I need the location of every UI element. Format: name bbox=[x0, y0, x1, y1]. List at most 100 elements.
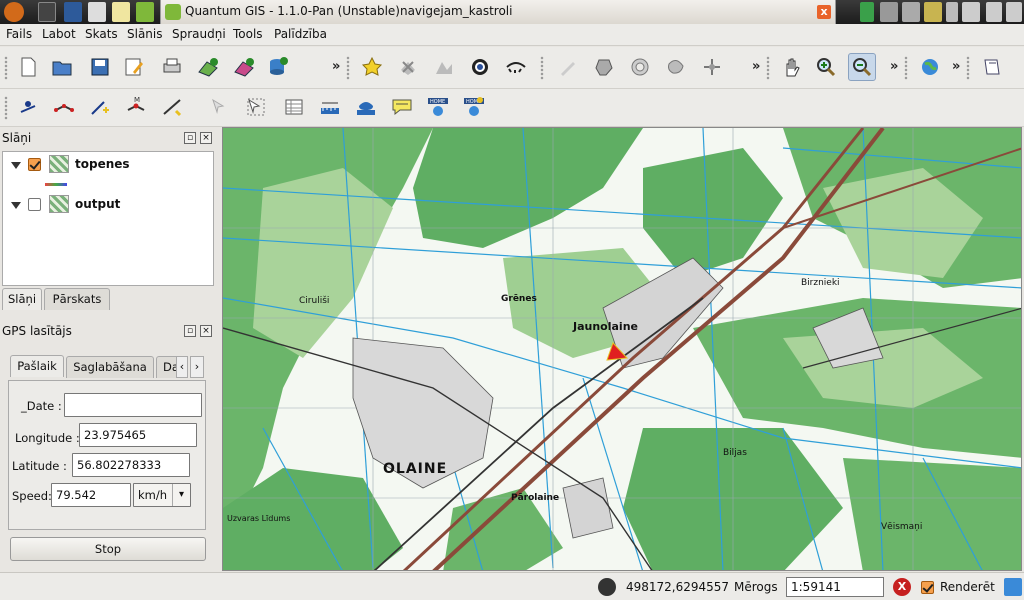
maximize-window-icon[interactable] bbox=[986, 2, 1002, 22]
layer-properties-icon[interactable] bbox=[430, 53, 458, 81]
gps-add-point-icon[interactable] bbox=[14, 93, 42, 121]
network-icon[interactable] bbox=[880, 2, 898, 22]
expand-arrow-icon[interactable] bbox=[11, 202, 21, 209]
close-window-button[interactable]: x bbox=[817, 5, 831, 19]
remove-layer-icon[interactable] bbox=[394, 53, 422, 81]
toolbar-grip[interactable] bbox=[540, 56, 544, 80]
add-vertex-icon[interactable] bbox=[86, 93, 114, 121]
document-icon[interactable] bbox=[88, 2, 106, 22]
projection-icon[interactable] bbox=[1004, 578, 1022, 596]
menu-file[interactable]: Fails bbox=[6, 27, 32, 41]
add-vector-layer-icon[interactable] bbox=[194, 53, 222, 81]
chevron-down-icon[interactable]: ▾ bbox=[172, 484, 190, 506]
capture-polygon-icon[interactable] bbox=[590, 53, 618, 81]
layer-row-topenes[interactable]: topenes bbox=[3, 154, 213, 186]
measure-distance-icon[interactable] bbox=[316, 93, 344, 121]
save-project-icon[interactable] bbox=[86, 53, 114, 81]
layer-visibility-checkbox[interactable] bbox=[28, 198, 41, 211]
toolbar-grip[interactable] bbox=[346, 56, 350, 80]
home-set-icon[interactable]: HOME bbox=[460, 93, 488, 121]
scale-input[interactable]: 1:59141 bbox=[786, 577, 884, 597]
menu-help[interactable]: Palīdzība bbox=[274, 27, 327, 41]
layer-name[interactable]: output bbox=[75, 197, 120, 211]
tab-current[interactable]: Pašlaik bbox=[10, 355, 64, 377]
toolbar-more-icon[interactable]: » bbox=[890, 59, 898, 74]
menu-plugins[interactable]: Spraudņi bbox=[172, 27, 226, 41]
toolbar-grip[interactable] bbox=[766, 56, 770, 80]
window-icon[interactable] bbox=[64, 2, 82, 22]
tab-saving[interactable]: Saglabāšana bbox=[66, 356, 154, 378]
menu-tools[interactable]: Tools bbox=[233, 27, 263, 41]
minimize-window-icon[interactable] bbox=[962, 2, 980, 22]
menu-layer[interactable]: Slānis bbox=[127, 27, 163, 41]
open-project-icon[interactable] bbox=[48, 53, 76, 81]
menu-view[interactable]: Skats bbox=[85, 27, 118, 41]
add-island-icon[interactable] bbox=[662, 53, 690, 81]
toolbar-more-icon[interactable]: » bbox=[952, 59, 960, 74]
expand-arrow-icon[interactable] bbox=[11, 162, 21, 169]
tab-overview[interactable]: Pārskats bbox=[44, 288, 110, 310]
float-panel-icon[interactable]: ▫ bbox=[184, 325, 196, 337]
add-ring-icon[interactable] bbox=[626, 53, 654, 81]
display-icon[interactable] bbox=[924, 2, 942, 22]
measure-area-icon[interactable] bbox=[352, 93, 380, 121]
help-contents-icon[interactable] bbox=[978, 53, 1006, 81]
select-features-icon[interactable] bbox=[242, 93, 270, 121]
add-raster-layer-icon[interactable] bbox=[230, 53, 258, 81]
longitude-field[interactable]: 23.975465 bbox=[79, 423, 197, 447]
save-as-icon[interactable] bbox=[120, 53, 148, 81]
coordinate-toggle-icon[interactable] bbox=[598, 578, 616, 596]
layer-name[interactable]: topenes bbox=[75, 157, 130, 171]
layer-visibility-checkbox[interactable] bbox=[28, 158, 41, 171]
toolbar-more-icon[interactable]: » bbox=[332, 59, 340, 74]
ubuntu-logo-icon[interactable] bbox=[4, 2, 24, 22]
toolbar-grip[interactable] bbox=[4, 56, 8, 80]
new-bookmark-icon[interactable] bbox=[358, 53, 386, 81]
date-field[interactable] bbox=[64, 393, 202, 417]
terminal-icon[interactable] bbox=[38, 2, 56, 22]
gps-add-line-icon[interactable] bbox=[50, 93, 78, 121]
layer-row-output[interactable]: output bbox=[3, 194, 213, 216]
close-panel-icon[interactable]: × bbox=[200, 325, 212, 337]
add-postgis-layer-icon[interactable] bbox=[264, 53, 292, 81]
move-vertex-icon[interactable]: M bbox=[122, 93, 150, 121]
pan-hand-icon[interactable] bbox=[778, 53, 806, 81]
hide-all-layers-icon[interactable] bbox=[502, 53, 530, 81]
split-features-icon[interactable] bbox=[698, 53, 726, 81]
map-tips-icon[interactable] bbox=[388, 93, 416, 121]
window-title-bar[interactable]: Quantum GIS - 1.1.0-Pan (Unstable)navige… bbox=[160, 0, 836, 24]
qgis-launcher-icon[interactable] bbox=[136, 2, 154, 22]
map-canvas[interactable]: Jaunolaine OLAINE Grēnes Birznieki Pārol… bbox=[222, 127, 1022, 571]
editor-icon[interactable] bbox=[112, 2, 130, 22]
print-icon[interactable] bbox=[158, 53, 186, 81]
float-panel-icon[interactable]: ▫ bbox=[184, 132, 196, 144]
stop-rendering-icon[interactable]: X bbox=[893, 578, 911, 596]
keyboard-icon[interactable] bbox=[902, 2, 920, 22]
render-checkbox[interactable] bbox=[921, 581, 934, 594]
tab-layers[interactable]: Slāņi bbox=[2, 288, 42, 310]
zoom-out-icon[interactable] bbox=[848, 53, 876, 81]
home-zoom-icon[interactable]: HOME bbox=[424, 93, 452, 121]
toolbar-grip[interactable] bbox=[966, 56, 970, 80]
restore-window-icon[interactable] bbox=[1006, 2, 1022, 22]
globe-plugin-icon[interactable] bbox=[916, 53, 944, 81]
new-project-icon[interactable] bbox=[14, 53, 42, 81]
show-all-layers-icon[interactable] bbox=[466, 53, 494, 81]
attribute-table-icon[interactable] bbox=[280, 93, 308, 121]
close-panel-icon[interactable]: × bbox=[200, 132, 212, 144]
tab-scroll-right-icon[interactable]: › bbox=[190, 356, 204, 378]
latitude-field[interactable]: 56.802278333 bbox=[72, 453, 190, 477]
toolbar-grip[interactable] bbox=[4, 96, 8, 120]
volume-icon[interactable] bbox=[946, 2, 958, 22]
speed-unit-select[interactable]: km/h ▾ bbox=[133, 483, 191, 507]
gps-stop-button[interactable]: Stop bbox=[10, 537, 206, 561]
measure-line-icon[interactable] bbox=[158, 93, 186, 121]
tab-scroll-left-icon[interactable]: ‹ bbox=[176, 356, 188, 378]
toggle-editing-icon[interactable] bbox=[554, 53, 582, 81]
zoom-in-icon[interactable] bbox=[812, 53, 840, 81]
identify-icon[interactable] bbox=[206, 93, 234, 121]
menu-edit[interactable]: Labot bbox=[42, 27, 76, 41]
toolbar-grip[interactable] bbox=[904, 56, 908, 80]
toolbar-more-icon[interactable]: » bbox=[752, 59, 760, 74]
speed-field[interactable]: 79.542 bbox=[51, 483, 131, 507]
